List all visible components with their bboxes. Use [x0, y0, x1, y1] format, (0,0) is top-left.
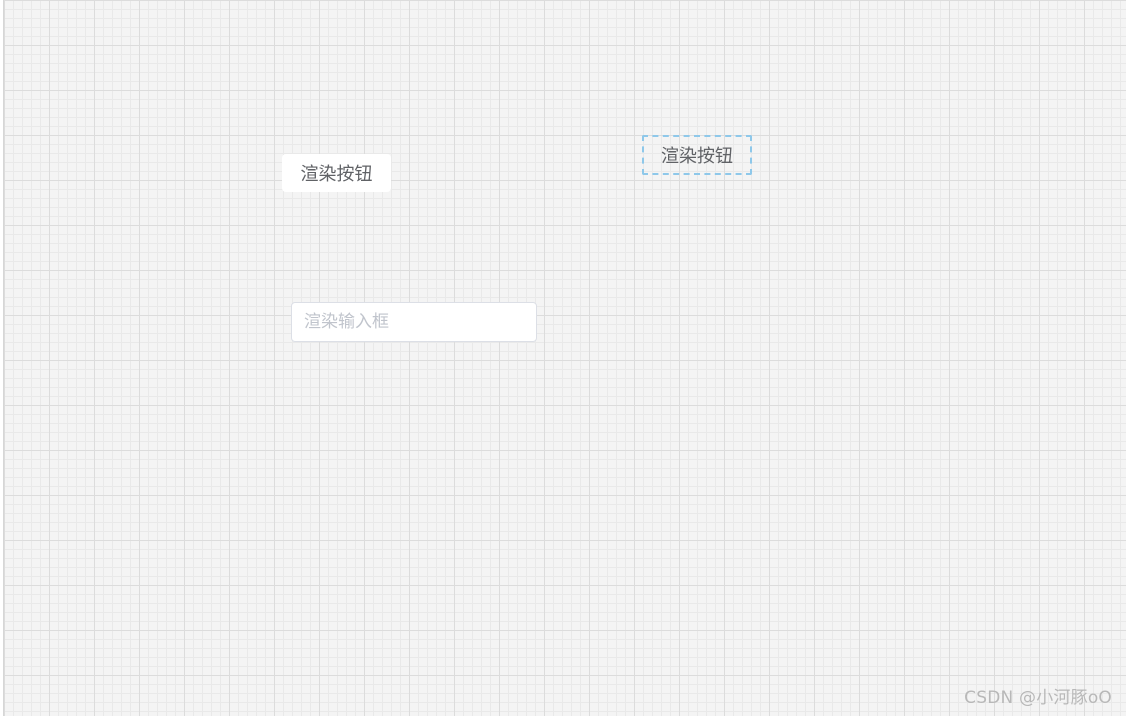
watermark: CSDN @小河豚oO: [964, 688, 1112, 708]
render-button-selected[interactable]: 渲染按钮: [642, 135, 752, 175]
render-input-wrapper: [291, 302, 537, 342]
editor-canvas[interactable]: 渲染按钮 渲染按钮: [3, 0, 1126, 716]
render-input[interactable]: [291, 302, 537, 342]
render-button[interactable]: 渲染按钮: [282, 154, 391, 192]
